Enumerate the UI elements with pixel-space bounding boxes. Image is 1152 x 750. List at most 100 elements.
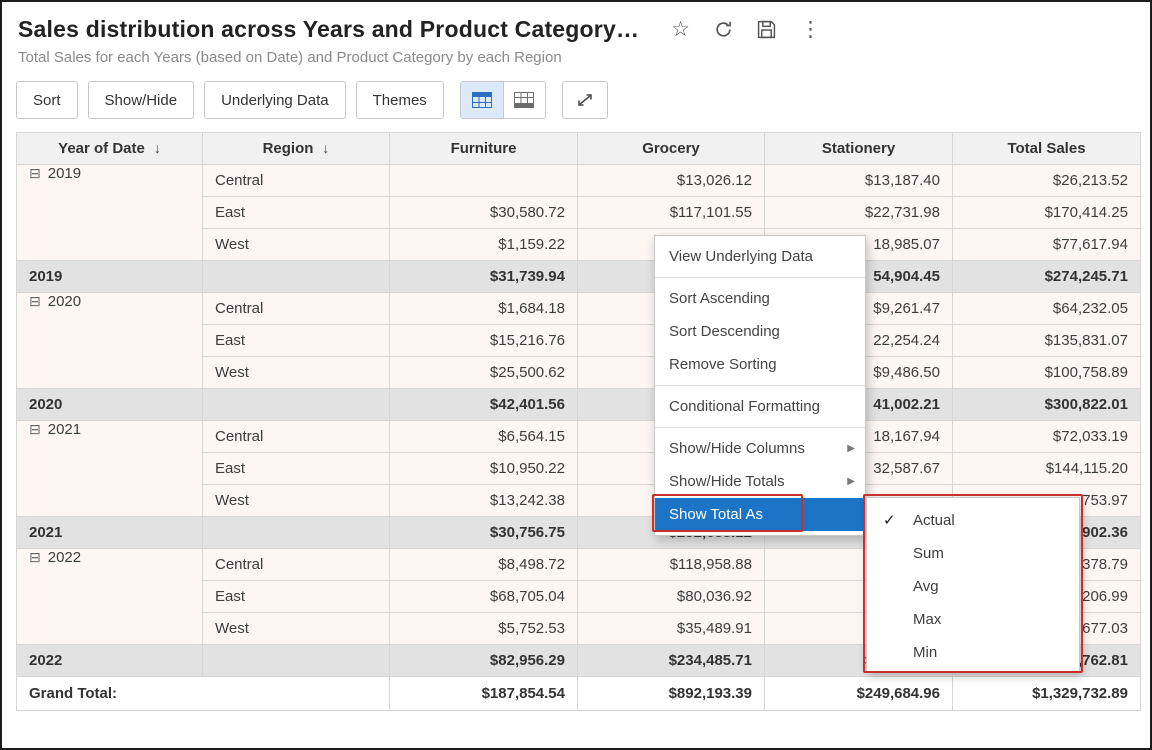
col-label: Year of Date bbox=[58, 140, 145, 157]
value-cell[interactable]: $35,489.91 bbox=[578, 613, 765, 645]
table-row: ⊟2021Central$6,564.1518,167.94$72,033.19 bbox=[17, 421, 1141, 453]
value-cell[interactable]: $22,731.98 bbox=[765, 197, 953, 229]
value-cell[interactable]: $25,500.62 bbox=[390, 357, 578, 389]
col-header-region[interactable]: Region ↓ bbox=[203, 133, 390, 165]
subtotal-row: 2019$31,739.9454,904.45$274,245.71 bbox=[17, 261, 1141, 293]
year-label: 2019 bbox=[48, 165, 81, 182]
tabular-view-icon[interactable] bbox=[503, 82, 545, 118]
sort-descending-icon[interactable]: ↓ bbox=[154, 140, 161, 156]
value-cell[interactable]: $1,684.18 bbox=[390, 293, 578, 325]
refresh-icon[interactable] bbox=[714, 20, 733, 39]
menu-item-show-hide-totals[interactable]: Show/Hide Totals▶ bbox=[655, 465, 865, 498]
region-cell[interactable]: Central bbox=[203, 549, 390, 581]
value-cell[interactable]: $30,580.72 bbox=[390, 197, 578, 229]
show-hide-button[interactable]: Show/Hide bbox=[88, 81, 195, 119]
col-header-furniture[interactable]: Furniture bbox=[390, 133, 578, 165]
year-group-cell[interactable]: ⊟2021 bbox=[17, 421, 203, 517]
menu-item-remove-sorting[interactable]: Remove Sorting bbox=[655, 348, 865, 381]
value-cell[interactable]: $13,187.40 bbox=[765, 165, 953, 197]
value-cell[interactable]: $118,958.88 bbox=[578, 549, 765, 581]
collapse-group-icon[interactable]: ⊟ bbox=[29, 293, 41, 309]
value-cell[interactable]: $80,036.92 bbox=[578, 581, 765, 613]
value-cell[interactable]: $15,216.76 bbox=[390, 325, 578, 357]
region-cell[interactable]: Central bbox=[203, 421, 390, 453]
year-group-cell[interactable]: ⊟ 2022 bbox=[17, 549, 203, 645]
value-cell[interactable]: $117,101.55 bbox=[578, 197, 765, 229]
region-cell[interactable]: West bbox=[203, 485, 390, 517]
col-header-year-of-date[interactable]: Year of Date ↓ bbox=[17, 133, 203, 165]
themes-button[interactable]: Themes bbox=[356, 81, 444, 119]
value-cell[interactable]: $1,159.22 bbox=[390, 229, 578, 261]
region-cell[interactable]: Central bbox=[203, 293, 390, 325]
value-cell[interactable]: $26,213.52 bbox=[953, 165, 1141, 197]
col-header-total-sales[interactable]: Total Sales bbox=[953, 133, 1141, 165]
value-cell[interactable]: $68,705.04 bbox=[390, 581, 578, 613]
value-cell[interactable]: $10,950.22 bbox=[390, 453, 578, 485]
region-cell[interactable]: Central bbox=[203, 165, 390, 197]
value-cell[interactable]: $77,617.94 bbox=[953, 229, 1141, 261]
col-header-stationery[interactable]: Stationery bbox=[765, 133, 953, 165]
collapse-group-icon[interactable]: ⊟ bbox=[29, 549, 41, 565]
value-cell[interactable]: $13,026.12 bbox=[578, 165, 765, 197]
submenu-item-sum[interactable]: Sum bbox=[867, 537, 1079, 570]
region-cell[interactable]: East bbox=[203, 197, 390, 229]
menu-item-view-underlying-data[interactable]: View Underlying Data bbox=[655, 240, 865, 273]
table-row: ⊟2020Central$1,684.18$9,261.47$64,232.05 bbox=[17, 293, 1141, 325]
region-cell[interactable]: West bbox=[203, 357, 390, 389]
year-label: 2020 bbox=[48, 293, 81, 310]
context-menu: View Underlying Data Sort AscendingSort D… bbox=[654, 235, 866, 536]
sort-descending-icon[interactable]: ↓ bbox=[322, 140, 329, 156]
grand-total-label: Grand Total: bbox=[17, 677, 390, 711]
more-options-icon[interactable]: ⋮ bbox=[800, 19, 821, 40]
region-cell[interactable]: West bbox=[203, 613, 390, 645]
subtotal-year-cell: 2020 bbox=[17, 389, 203, 421]
submenu-item-max[interactable]: Max bbox=[867, 603, 1079, 636]
page-subtitle: Total Sales for each Years (based on Dat… bbox=[2, 49, 1150, 66]
menu-item-sort-descending[interactable]: Sort Descending bbox=[655, 315, 865, 348]
toolbar: Sort Show/Hide Underlying Data Themes bbox=[16, 81, 1136, 119]
region-cell[interactable]: East bbox=[203, 325, 390, 357]
region-cell[interactable]: West bbox=[203, 229, 390, 261]
value-cell[interactable]: $64,232.05 bbox=[953, 293, 1141, 325]
submenu-item-actual[interactable]: ✓Actual bbox=[867, 504, 1079, 537]
year-group-cell[interactable]: ⊟ 2019 bbox=[17, 165, 203, 261]
subtotal-year-cell: 2022 bbox=[17, 645, 203, 677]
grand-total-value-cell: $249,684.96 bbox=[765, 677, 953, 711]
value-cell[interactable]: $135,831.07 bbox=[953, 325, 1141, 357]
sort-button[interactable]: Sort bbox=[16, 81, 78, 119]
value-cell[interactable]: $6,564.15 bbox=[390, 421, 578, 453]
menu-item-show-total-as[interactable]: Show Total As bbox=[655, 498, 865, 531]
submenu-item-avg[interactable]: Avg bbox=[867, 570, 1079, 603]
pivot-view-icon[interactable] bbox=[461, 82, 503, 118]
collapse-expand-icon[interactable] bbox=[562, 81, 608, 119]
value-cell[interactable]: $170,414.25 bbox=[953, 197, 1141, 229]
year-label: 2022 bbox=[48, 549, 81, 566]
subtotal-value-cell: $31,739.94 bbox=[390, 261, 578, 293]
value-cell[interactable]: $100,758.89 bbox=[953, 357, 1141, 389]
col-header-grocery[interactable]: Grocery bbox=[578, 133, 765, 165]
menu-item-conditional-formatting[interactable]: Conditional Formatting bbox=[655, 390, 865, 423]
region-cell[interactable]: East bbox=[203, 581, 390, 613]
year-group-cell[interactable]: ⊟ 2020 bbox=[17, 293, 203, 389]
value-cell[interactable]: $72,033.19 bbox=[953, 421, 1141, 453]
value-cell[interactable]: $8,498.72 bbox=[390, 549, 578, 581]
menu-separator bbox=[655, 385, 865, 386]
menu-item-sort-ascending[interactable]: Sort Ascending bbox=[655, 282, 865, 315]
menu-separator bbox=[655, 427, 865, 428]
save-icon[interactable] bbox=[757, 20, 776, 39]
collapse-group-icon[interactable]: ⊟ bbox=[29, 165, 41, 181]
subtotal-region-cell bbox=[203, 389, 390, 421]
subtotal-value-cell: $30,756.75 bbox=[390, 517, 578, 549]
collapse-group-icon[interactable]: ⊟ bbox=[29, 421, 41, 437]
value-cell[interactable]: $144,115.20 bbox=[953, 453, 1141, 485]
underlying-data-button[interactable]: Underlying Data bbox=[204, 81, 346, 119]
value-cell[interactable] bbox=[390, 165, 578, 197]
value-cell[interactable]: $5,752.53 bbox=[390, 613, 578, 645]
col-label: Region bbox=[263, 140, 314, 157]
value-cell[interactable]: $13,242.38 bbox=[390, 485, 578, 517]
menu-item-show-hide-columns[interactable]: Show/Hide Columns▶ bbox=[655, 432, 865, 465]
submenu-item-min[interactable]: Min bbox=[867, 636, 1079, 669]
favorite-star-icon[interactable]: ☆ bbox=[671, 19, 690, 40]
subtotal-region-cell bbox=[203, 517, 390, 549]
region-cell[interactable]: East bbox=[203, 453, 390, 485]
